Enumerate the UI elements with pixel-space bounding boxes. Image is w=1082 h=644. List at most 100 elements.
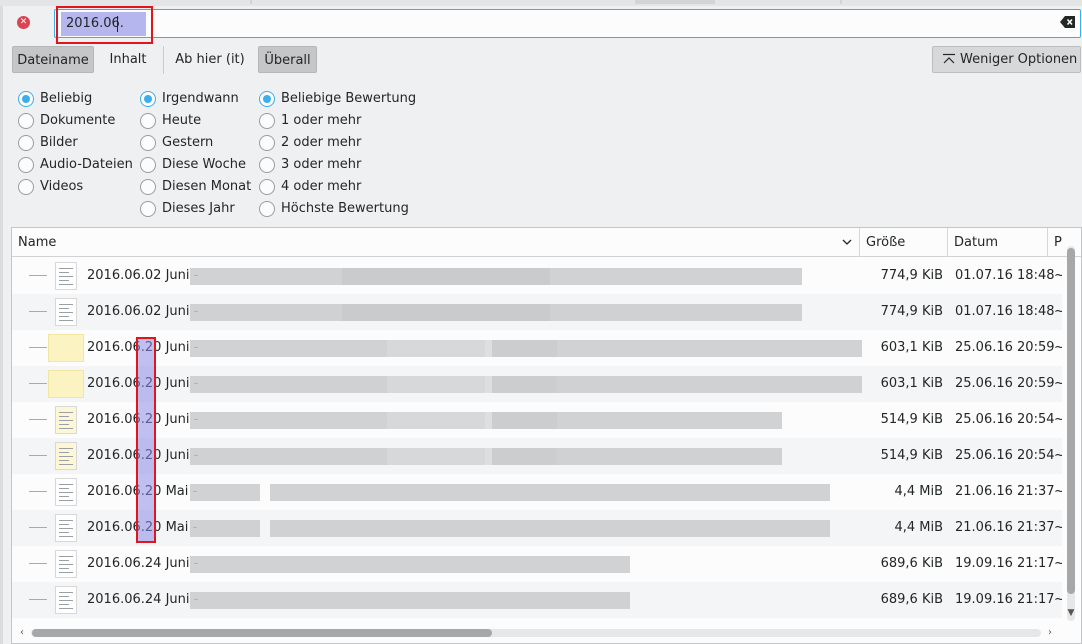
tree-branch-line bbox=[29, 563, 47, 564]
table-row[interactable]: 2016.06.24 Juni - 689,6 KiB 19.09.16 21:17… bbox=[12, 546, 1062, 582]
file-thumbnail-icon bbox=[55, 478, 77, 506]
file-size: 4,4 MiB bbox=[894, 520, 943, 535]
vertical-scrollbar[interactable]: ▼ bbox=[1064, 246, 1078, 621]
table-row[interactable]: 2016.06.20 Juni -514,9 KiB25.06.16 20:54… bbox=[12, 402, 1062, 438]
redacted-filename-part bbox=[492, 340, 862, 357]
file-extra-column: ~ bbox=[1054, 412, 1062, 427]
radio-button-icon[interactable] bbox=[140, 157, 156, 173]
scroll-down-arrow-icon[interactable]: ▼ bbox=[1066, 608, 1076, 618]
scroll-left-arrow-icon[interactable]: ‹ bbox=[16, 627, 28, 639]
column-header-size[interactable]: Größe bbox=[860, 228, 948, 257]
radio-label: Dieses Jahr bbox=[162, 201, 235, 216]
radio-button-icon[interactable] bbox=[18, 157, 34, 173]
table-row[interactable]: 2016.06.20 Juni -514,9 KiB25.06.16 20:54… bbox=[12, 438, 1062, 474]
collapse-up-icon bbox=[943, 53, 955, 64]
file-name: 2016.06.02 Juni - bbox=[87, 304, 199, 319]
redacted-filename-part bbox=[190, 484, 260, 501]
radio-button-icon[interactable] bbox=[259, 201, 275, 217]
radio-label: 4 oder mehr bbox=[281, 179, 362, 194]
file-date: 21.06.16 21:37 bbox=[955, 484, 1055, 499]
redacted-filename-part bbox=[342, 304, 802, 321]
redacted-filename-part bbox=[190, 520, 260, 537]
table-row[interactable]: 2016.06.24 Juni - 689,6 KiB 19.09.16 21:17… bbox=[12, 582, 1062, 618]
radio-button-icon[interactable] bbox=[18, 135, 34, 151]
radio-button-icon[interactable] bbox=[259, 179, 275, 195]
horizontal-scrollbar[interactable]: ‹ › bbox=[12, 625, 1062, 641]
radio-label: 1 oder mehr bbox=[281, 113, 362, 128]
file-thumbnail-icon bbox=[55, 298, 77, 326]
clear-text-icon[interactable] bbox=[1060, 15, 1076, 29]
tree-branch-line bbox=[29, 599, 47, 600]
radio-button-icon[interactable] bbox=[259, 91, 275, 107]
radio-label: Höchste Bewertung bbox=[281, 201, 409, 216]
radio-label: Beliebige Bewertung bbox=[281, 91, 417, 106]
file-size: 774,9 KiB bbox=[880, 268, 943, 283]
file-thumbnail-icon bbox=[48, 334, 84, 362]
tree-branch-line bbox=[29, 311, 47, 312]
radio-button-icon[interactable] bbox=[259, 113, 275, 129]
file-thumbnail-icon bbox=[55, 406, 77, 434]
filename-button[interactable]: Dateiname bbox=[12, 46, 94, 73]
tree-branch-line bbox=[29, 275, 47, 276]
table-row[interactable]: 2016.06.02 Juni - 774,9 KiB 01.07.16 18:48… bbox=[12, 258, 1062, 294]
table-row[interactable]: 2016.06.20 Mai -4,4 MiB21.06.16 21:37~ bbox=[12, 510, 1062, 546]
file-date: 25.06.16 20:59 bbox=[955, 376, 1055, 391]
file-name: 2016.06.24 Juni - bbox=[87, 592, 199, 607]
file-size: 689,6 KiB bbox=[880, 592, 943, 607]
tree-branch-line bbox=[29, 347, 47, 348]
redacted-filename-part bbox=[270, 484, 830, 501]
radio-label: Videos bbox=[40, 179, 84, 194]
radio-button-icon[interactable] bbox=[259, 157, 275, 173]
radio-button-icon[interactable] bbox=[140, 201, 156, 217]
file-extra-column: ~ bbox=[1054, 304, 1062, 319]
radio-label: Beliebig bbox=[40, 91, 93, 106]
radio-button-icon[interactable] bbox=[140, 91, 156, 107]
close-search-icon[interactable]: ✕ bbox=[17, 16, 30, 29]
table-row[interactable]: 2016.06.02 Juni - 774,9 KiB 01.07.16 18:48… bbox=[12, 294, 1062, 330]
everywhere-button[interactable]: Überall bbox=[258, 46, 317, 73]
table-row[interactable]: 2016.06.20 Mai -4,4 MiB21.06.16 21:37~ bbox=[12, 474, 1062, 510]
file-date: 19.09.16 21:17 bbox=[955, 592, 1055, 607]
from-here-button[interactable]: Ab hier (it) bbox=[172, 46, 248, 73]
redacted-filename-part bbox=[330, 592, 630, 609]
radio-button-icon[interactable] bbox=[140, 113, 156, 129]
scroll-indicator bbox=[635, 0, 715, 4]
search-annotation-box bbox=[56, 6, 153, 44]
search-input[interactable] bbox=[54, 9, 1081, 38]
file-name: 2016.06.24 Juni - bbox=[87, 556, 199, 571]
radio-label: Audio-Dateien bbox=[40, 157, 133, 172]
file-thumbnail-icon bbox=[55, 586, 77, 614]
redacted-filename-part bbox=[342, 268, 802, 285]
file-thumbnail-icon bbox=[55, 442, 77, 470]
radio-label: Irgendwann bbox=[162, 91, 239, 106]
radio-button-icon[interactable] bbox=[18, 179, 34, 195]
file-extra-column: ~ bbox=[1054, 340, 1062, 355]
radio-button-icon[interactable] bbox=[140, 179, 156, 195]
tree-branch-line bbox=[29, 419, 47, 420]
table-row[interactable]: 2016.06.20 Juni -603,1 KiB25.06.16 20:59… bbox=[12, 330, 1062, 366]
file-thumbnail-icon bbox=[55, 550, 77, 578]
column-header-date[interactable]: Datum bbox=[948, 228, 1048, 257]
file-extra-column: ~ bbox=[1054, 484, 1062, 499]
search-mode-bar: Dateiname Inhalt Ab hier (it) Überall We… bbox=[0, 46, 1082, 74]
redacted-filename-part bbox=[492, 448, 782, 465]
tab-divider bbox=[250, 0, 252, 4]
radio-label: Bilder bbox=[40, 135, 78, 150]
tree-branch-line bbox=[29, 491, 47, 492]
radio-button-icon[interactable] bbox=[18, 91, 34, 107]
horizontal-scroll-thumb[interactable] bbox=[32, 629, 492, 637]
vertical-scroll-thumb[interactable] bbox=[1067, 248, 1075, 594]
table-row[interactable]: 2016.06.20 Juni -603,1 KiB25.06.16 20:59… bbox=[12, 366, 1062, 402]
chevron-down-icon[interactable] bbox=[841, 236, 853, 248]
radio-button-icon[interactable] bbox=[18, 113, 34, 129]
fewer-options-button[interactable]: Weniger Optionen bbox=[932, 46, 1081, 73]
column-header-name[interactable]: Name bbox=[12, 228, 860, 257]
redacted-filename-part bbox=[330, 556, 630, 573]
radio-button-icon[interactable] bbox=[140, 135, 156, 151]
file-extra-column: ~ bbox=[1054, 376, 1062, 391]
radio-label: Diese Woche bbox=[162, 157, 246, 172]
radio-label: 3 oder mehr bbox=[281, 157, 362, 172]
scroll-right-arrow-icon[interactable]: › bbox=[1044, 627, 1056, 639]
content-button[interactable]: Inhalt bbox=[99, 46, 157, 73]
radio-button-icon[interactable] bbox=[259, 135, 275, 151]
